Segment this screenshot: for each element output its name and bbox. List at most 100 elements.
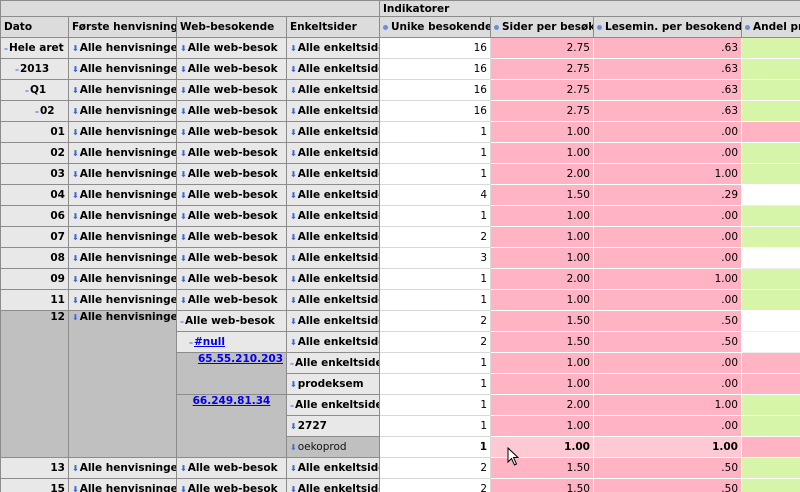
referral-label-cell[interactable]: ⬇Alle henvisninger — [68, 247, 177, 269]
web-visit-label-cell[interactable]: ⬇Alle web-besok — [176, 58, 287, 80]
single-page-label-cell[interactable]: ⬇Alle enkeltsider — [286, 100, 380, 122]
expand-toggle-icon[interactable]: ⬇ — [290, 317, 297, 326]
expand-toggle-icon[interactable]: ⬇ — [290, 107, 297, 116]
null-link[interactable]: #null — [194, 336, 225, 348]
expand-toggle-icon[interactable]: ⬇ — [72, 107, 79, 116]
web-visit-label-cell[interactable]: ⬇Alle web-besok — [176, 205, 287, 227]
expand-toggle-icon[interactable]: ⬇ — [180, 86, 187, 95]
expand-toggle-icon[interactable]: ⬇ — [290, 65, 297, 74]
expand-toggle-icon[interactable]: ⬇ — [72, 296, 79, 305]
expand-toggle-icon[interactable]: ⬇ — [290, 254, 297, 263]
expand-toggle-icon[interactable]: ⬇ — [72, 191, 79, 200]
web-visit-label-cell[interactable]: ⬇Alle web-besok — [176, 100, 287, 122]
measure-header-0[interactable]: Unike besokende — [379, 16, 491, 38]
single-page-label-cell[interactable]: ⬇Alle enkeltsider — [286, 289, 380, 311]
web-visit-label-cell[interactable]: ⬇Alle web-besok — [176, 142, 287, 164]
expand-toggle-icon[interactable]: ⬇ — [290, 296, 297, 305]
sort-icon[interactable] — [494, 24, 499, 30]
collapse-icon[interactable]: – — [290, 401, 294, 410]
web-visit-label-cell[interactable]: ⬇Alle web-besok — [176, 79, 287, 101]
expand-toggle-icon[interactable]: ⬇ — [180, 191, 187, 200]
web-visit-label-cell[interactable]: ⬇Alle web-besok — [176, 457, 287, 479]
expand-toggle-icon[interactable]: ⬇ — [72, 149, 79, 158]
web-visit-label-cell[interactable]: ⬇Alle web-besok — [176, 37, 287, 59]
single-page-label-cell[interactable]: ⬇Alle enkeltsider — [286, 37, 380, 59]
single-page-label-cell[interactable]: ⬇prodeksem — [286, 373, 380, 395]
date-label-cell[interactable]: 04 — [0, 184, 69, 206]
expand-toggle-icon[interactable]: ⬇ — [180, 275, 187, 284]
referral-label-cell[interactable]: ⬇Alle henvisninger — [68, 58, 177, 80]
column-header-0[interactable]: Dato — [0, 16, 69, 38]
measure-header-3[interactable]: Andel pr — [740, 16, 800, 38]
single-page-label-cell[interactable]: ⬇Alle enkeltsider — [286, 163, 380, 185]
expand-toggle-icon[interactable]: ⬇ — [72, 233, 79, 242]
date-label-cell[interactable]: 07 — [0, 226, 69, 248]
null-link-cell[interactable]: –#null — [176, 331, 287, 353]
sort-icon[interactable] — [597, 24, 602, 30]
single-page-label-cell[interactable]: ⬇Alle enkeltsider — [286, 184, 380, 206]
referral-label-cell[interactable]: ⬇Alle henvisninger — [68, 37, 177, 59]
referral-label-cell[interactable]: ⬇Alle henvisninger — [68, 289, 177, 311]
expand-toggle-icon[interactable]: ⬇ — [290, 443, 297, 452]
expand-toggle-icon[interactable]: ⬇ — [290, 212, 297, 221]
column-header-2[interactable]: Web-besokende — [176, 16, 287, 38]
expand-toggle-icon[interactable]: ⬇ — [72, 170, 79, 179]
sort-icon[interactable] — [383, 24, 388, 30]
web-visit-label-cell[interactable]: ⬇Alle web-besok — [176, 478, 287, 492]
referral-label-cell[interactable]: ⬇Alle henvisninger — [68, 142, 177, 164]
date-label-cell[interactable]: 13 — [0, 457, 69, 479]
collapse-icon[interactable]: – — [290, 359, 294, 368]
date-label-cell[interactable]: 01 — [0, 121, 69, 143]
expand-toggle-icon[interactable]: ⬇ — [180, 464, 187, 473]
referral-label-cell[interactable]: ⬇Alle henvisninger — [68, 205, 177, 227]
expand-toggle-icon[interactable]: ⬇ — [180, 44, 187, 53]
expand-toggle-icon[interactable]: ⬇ — [180, 212, 187, 221]
web-visit-label-cell[interactable]: ⬇Alle web-besok — [176, 247, 287, 269]
expand-toggle-icon[interactable]: ⬇ — [72, 313, 79, 322]
sort-icon[interactable] — [745, 24, 750, 30]
collapse-icon[interactable]: – — [4, 44, 8, 53]
expand-toggle-icon[interactable]: ⬇ — [290, 128, 297, 137]
date-label-cell[interactable]: 02 — [0, 142, 69, 164]
collapse-icon[interactable]: – — [189, 338, 193, 347]
web-visit-label-cell[interactable]: ⬇Alle web-besok — [176, 184, 287, 206]
web-visit-label-cell[interactable]: ⬇Alle web-besok — [176, 268, 287, 290]
expand-toggle-icon[interactable]: ⬇ — [290, 191, 297, 200]
measure-header-2[interactable]: Lesemin. per besokende — [593, 16, 742, 38]
referral-label-cell[interactable]: ⬇Alle henvisninger — [68, 226, 177, 248]
single-page-label-cell[interactable]: ⬇Alle enkeltsider — [286, 268, 380, 290]
expand-toggle-icon[interactable]: ⬇ — [72, 44, 79, 53]
single-page-label-cell[interactable]: ⬇2727 — [286, 415, 380, 437]
single-page-label-cell[interactable]: ⬇Alle enkeltsider — [286, 58, 380, 80]
column-header-1[interactable]: Første henvisning — [68, 16, 177, 38]
web-visit-label-cell[interactable]: ⬇Alle web-besok — [176, 121, 287, 143]
date-label-cell[interactable]: 11 — [0, 289, 69, 311]
expand-toggle-icon[interactable]: ⬇ — [290, 422, 297, 431]
expand-toggle-icon[interactable]: ⬇ — [72, 128, 79, 137]
expand-toggle-icon[interactable]: ⬇ — [180, 107, 187, 116]
web-visit-label-cell[interactable]: ⬇Alle web-besok — [176, 289, 287, 311]
expand-toggle-icon[interactable]: ⬇ — [180, 485, 187, 492]
single-page-label-cell[interactable]: ⬇Alle enkeltsider — [286, 247, 380, 269]
referral-label-cell[interactable]: ⬇Alle henvisninger — [68, 457, 177, 479]
collapse-icon[interactable]: – — [15, 65, 19, 74]
expand-toggle-icon[interactable]: ⬇ — [290, 233, 297, 242]
single-page-label-cell[interactable]: ⬇Alle enkeltsider — [286, 121, 380, 143]
expand-toggle-icon[interactable]: ⬇ — [180, 233, 187, 242]
web-visit-label-cell[interactable]: ⬇Alle web-besok — [176, 163, 287, 185]
collapse-icon[interactable]: – — [35, 107, 39, 116]
expand-toggle-icon[interactable]: ⬇ — [180, 149, 187, 158]
collapse-icon[interactable]: – — [180, 317, 184, 326]
single-page-label-cell[interactable]: ⬇Alle enkeltsider — [286, 331, 380, 353]
referral-label-cell[interactable]: ⬇Alle henvisninger — [68, 478, 177, 492]
expand-toggle-icon[interactable]: ⬇ — [72, 464, 79, 473]
referral-label-cell[interactable]: ⬇Alle henvisninger — [68, 268, 177, 290]
date-label-cell[interactable]: 03 — [0, 163, 69, 185]
measure-header-1[interactable]: Sider per besøk — [490, 16, 594, 38]
expand-toggle-icon[interactable]: ⬇ — [180, 296, 187, 305]
single-page-label-cell[interactable]: –Alle enkeltsider — [286, 394, 380, 416]
expand-toggle-icon[interactable]: ⬇ — [290, 149, 297, 158]
single-page-label-cell[interactable]: ⬇Alle enkeltsider — [286, 478, 380, 492]
web-visit-label-cell[interactable]: –Alle web-besok — [176, 310, 287, 332]
expand-toggle-icon[interactable]: ⬇ — [290, 170, 297, 179]
